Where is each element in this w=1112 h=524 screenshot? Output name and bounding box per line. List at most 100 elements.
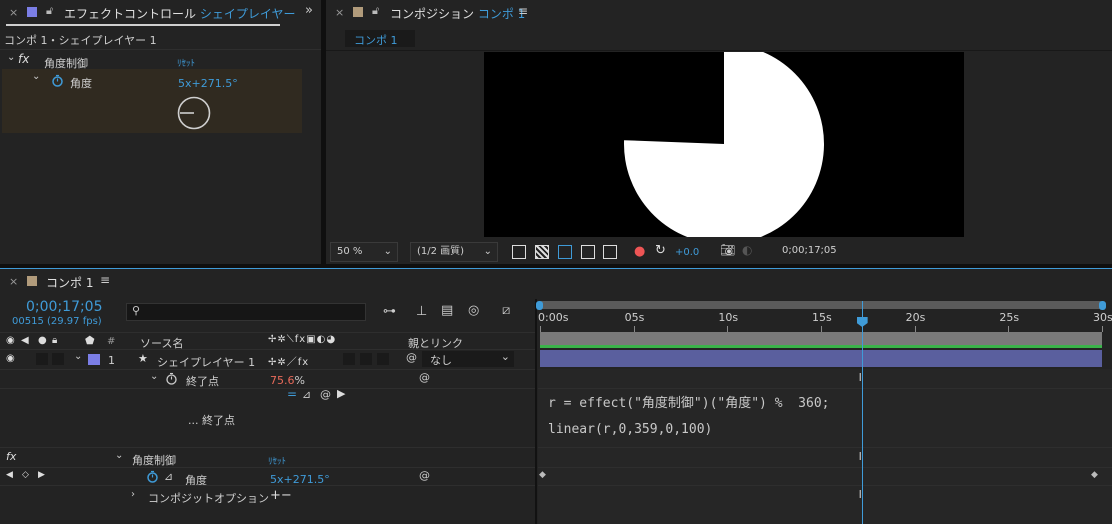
expression-editor[interactable]: r = effect("角度制御")("角度") % 360; linear(r… bbox=[548, 391, 1088, 443]
trim-end-value[interactable]: 75.6 bbox=[270, 374, 295, 387]
layer-name[interactable]: シェイプレイヤー 1 bbox=[157, 354, 255, 370]
pickwhip-icon[interactable]: @ bbox=[419, 371, 430, 384]
playhead-marker-icon: I bbox=[858, 371, 862, 384]
eye-icon[interactable]: ◉ bbox=[6, 353, 15, 364]
region-of-interest-icon[interactable] bbox=[581, 245, 595, 259]
comp-canvas[interactable] bbox=[484, 52, 964, 237]
expression-enable-icon[interactable]: = bbox=[287, 387, 297, 401]
draft-3d-icon[interactable]: ⊥ bbox=[416, 304, 427, 319]
switches-header-icons: ✢✲⟍fx▣◐◕ bbox=[268, 334, 337, 345]
pickwhip-icon[interactable]: @ bbox=[419, 469, 430, 482]
timeline-panel: × コンポ 1 ≡ 0;00;17;05 00515 (29.97 fps) ⚲… bbox=[0, 269, 1112, 524]
resolution-dropdown[interactable]: (1/2 画質) ⌄ bbox=[410, 242, 498, 262]
work-area-bar[interactable] bbox=[540, 301, 1102, 309]
lock-icon[interactable]: 🔓︎ bbox=[372, 4, 379, 18]
ruler-label: 10s bbox=[718, 311, 739, 324]
expression-menu-icon[interactable]: ▶ bbox=[337, 387, 345, 400]
expression-graph-icon[interactable]: ⊿ bbox=[302, 388, 311, 401]
next-keyframe-icon[interactable]: ▶ bbox=[38, 470, 45, 480]
switch-box[interactable] bbox=[343, 353, 355, 365]
audio-icon[interactable]: ◀ bbox=[21, 335, 29, 346]
ruler-label: 0:00s bbox=[538, 311, 569, 324]
render-green-bar bbox=[540, 345, 1102, 348]
expand-chevron-icon[interactable]: ⌄ bbox=[32, 71, 40, 82]
property-name: 角度 bbox=[70, 77, 92, 90]
pickwhip-icon[interactable]: @ bbox=[406, 351, 417, 364]
hamburger-menu-icon[interactable]: ≡ bbox=[100, 273, 110, 287]
exposure-value[interactable]: +0.0 bbox=[675, 247, 699, 258]
frame-blending-icon[interactable]: ◎ bbox=[468, 303, 479, 318]
comp-tab-title[interactable]: コンポジション コンポ 1 bbox=[390, 5, 525, 22]
fx-icon[interactable]: fx bbox=[18, 52, 29, 66]
timeline-reset-link[interactable]: ﾘｾｯﾄ bbox=[268, 454, 286, 467]
eye-icon[interactable]: ◉ bbox=[6, 335, 15, 346]
stopwatch-icon[interactable] bbox=[146, 470, 159, 483]
parent-dropdown[interactable]: なし ⌄ bbox=[422, 350, 514, 367]
shy-layers-icon[interactable]: ▤ bbox=[441, 303, 453, 318]
stopwatch-icon[interactable] bbox=[165, 372, 178, 385]
comp-subtab[interactable]: コンポ 1 bbox=[345, 30, 415, 47]
reset-exposure-icon[interactable]: ↻ bbox=[655, 243, 666, 258]
reset-link[interactable]: ﾘｾｯﾄ bbox=[177, 56, 195, 69]
keyframe-diamond-icon[interactable]: ◆ bbox=[539, 470, 546, 480]
switch-box[interactable] bbox=[360, 353, 372, 365]
expand-chevron-icon[interactable]: ⌄ bbox=[115, 450, 123, 461]
mask-visibility-icon[interactable] bbox=[558, 245, 572, 259]
comp-timecode-field[interactable]: 0;00;17;05 bbox=[776, 242, 844, 262]
parent-value: なし bbox=[430, 354, 452, 367]
panel-menu-icon[interactable]: » bbox=[305, 3, 313, 18]
fx-icon[interactable]: fx bbox=[6, 450, 16, 463]
tab-layer-name: シェイプレイヤー 1 bbox=[199, 7, 300, 21]
angle-dial[interactable] bbox=[176, 95, 212, 131]
expand-chevron-icon[interactable]: › bbox=[131, 489, 135, 500]
graph-editor-icon[interactable]: ⧄ bbox=[502, 303, 510, 318]
expand-chevron-icon[interactable]: ⌄ bbox=[150, 371, 158, 382]
expand-chevron-icon[interactable]: ⌄ bbox=[74, 351, 82, 362]
add-keyframe-icon[interactable]: ◇ bbox=[22, 470, 29, 480]
timeline-timecode[interactable]: 0;00;17;05 bbox=[26, 299, 103, 315]
expression-pickwhip-icon[interactable]: @ bbox=[320, 388, 331, 401]
time-ruler[interactable]: 0:00s 05s 10s 15s 20s 25s 30s bbox=[538, 311, 1112, 333]
close-tab-icon[interactable]: × bbox=[335, 6, 344, 19]
trim-end-value-group[interactable]: 75.6% bbox=[270, 374, 305, 387]
zoom-dropdown[interactable]: 50 % ⌄ bbox=[330, 242, 398, 262]
label-tag-icon[interactable]: ⬟ bbox=[85, 334, 95, 347]
expand-chevron-icon[interactable]: ⌄ bbox=[7, 52, 15, 63]
active-tab-underline bbox=[6, 24, 280, 26]
av-switch-box[interactable] bbox=[52, 353, 64, 365]
av-switch-box[interactable] bbox=[36, 353, 48, 365]
trim-end-unit: % bbox=[294, 374, 305, 387]
layer-switches[interactable]: ✢✲／fx bbox=[268, 353, 309, 368]
close-tab-icon[interactable]: × bbox=[9, 6, 18, 19]
layer-duration-bar[interactable] bbox=[540, 350, 1102, 367]
property-value[interactable]: 5x+271.5° bbox=[178, 77, 238, 90]
prev-keyframe-icon[interactable]: ◀ bbox=[6, 470, 13, 480]
keyframe-diamond-icon[interactable]: ◆ bbox=[1091, 470, 1098, 480]
playhead-marker-icon: I bbox=[858, 450, 862, 463]
close-tab-icon[interactable]: × bbox=[9, 275, 18, 288]
color-channels-icon[interactable]: ● bbox=[634, 244, 645, 259]
composite-options-label: コンポジットオプション bbox=[148, 492, 269, 505]
expression-graph-icon[interactable]: ⊿ bbox=[164, 470, 173, 483]
solo-icon[interactable]: ● bbox=[38, 335, 47, 346]
work-area-start-handle[interactable] bbox=[536, 301, 543, 310]
hamburger-menu-icon[interactable]: ≡ bbox=[518, 4, 528, 18]
effect-tab-title[interactable]: エフェクトコントロール シェイプレイヤー 1 bbox=[64, 5, 300, 22]
transparency-grid-icon[interactable] bbox=[535, 245, 549, 259]
work-area-end-handle[interactable] bbox=[1099, 301, 1106, 310]
lock-column-icon[interactable]: 🔒︎ bbox=[52, 335, 57, 346]
ruler-label: 30s bbox=[1093, 311, 1112, 324]
layer-label-swatch[interactable] bbox=[88, 354, 100, 365]
stopwatch-icon[interactable] bbox=[51, 74, 64, 87]
search-input[interactable]: ⚲ bbox=[126, 303, 366, 321]
switch-box[interactable] bbox=[377, 353, 389, 365]
guides-icon[interactable] bbox=[603, 245, 617, 259]
expression-line-2[interactable]: linear(r,0,359,0,100) bbox=[548, 417, 1088, 443]
expression-line-1[interactable]: r = effect("角度制御")("角度") % 360; bbox=[548, 391, 1088, 417]
comp-mini-flowchart-icon[interactable]: ⊶ bbox=[383, 304, 396, 319]
snapshot-camera-icon[interactable]: 📷︎ bbox=[720, 243, 735, 257]
composite-add-remove[interactable]: +− bbox=[270, 488, 292, 503]
fast-preview-icon[interactable] bbox=[512, 245, 526, 259]
lock-icon[interactable]: 🔓︎ bbox=[46, 4, 53, 18]
timeline-tab-title[interactable]: コンポ 1 bbox=[46, 274, 93, 291]
